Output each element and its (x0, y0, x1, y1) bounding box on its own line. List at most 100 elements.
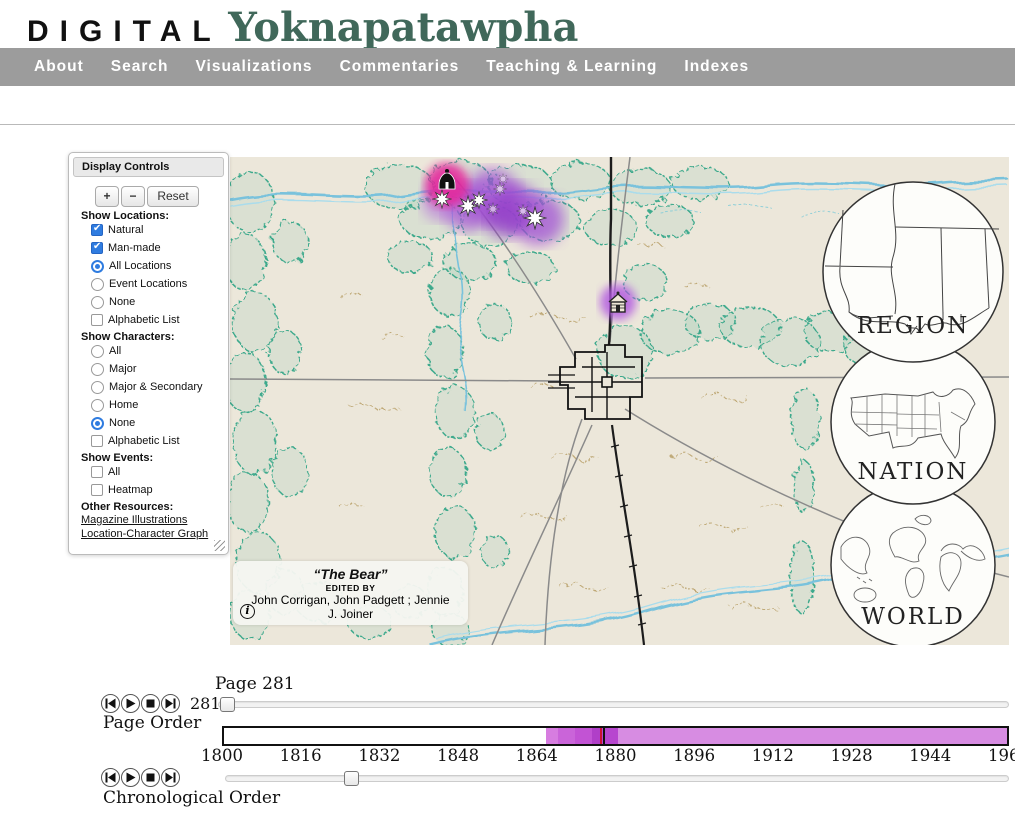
skip-to-end-button[interactable] (161, 694, 180, 713)
checkbox-characters-alphabetic[interactable] (91, 435, 103, 447)
label-characters-alphabetic: Alphabetic List (108, 435, 180, 447)
inset-nation-label: NATION (858, 459, 969, 485)
timeline-current-marker (603, 728, 605, 744)
show-locations-heading: Show Locations: (81, 210, 228, 222)
timeline-tick-label: 1880 (595, 746, 637, 765)
nav-search[interactable]: Search (111, 58, 169, 76)
timeline-tick-label: 1816 (280, 746, 322, 765)
page-slider-handle[interactable] (220, 697, 235, 712)
chronological-order-label: Chronological Order (103, 788, 280, 808)
timeline-tick-label: 1864 (516, 746, 558, 765)
timeline-current-marker (600, 728, 602, 744)
digital-yoknapatawpha-page: DIGITAL Yoknapatawpha About Search Visua… (0, 0, 1015, 819)
radio-event-locations[interactable] (91, 278, 104, 291)
star-marker[interactable] (494, 183, 507, 196)
timeline-segment (575, 728, 592, 744)
radio-all-locations[interactable] (91, 260, 104, 273)
skip-to-end-button[interactable] (161, 768, 180, 787)
radio-locations-none[interactable] (91, 296, 104, 309)
magazine-illustrations-link[interactable]: Magazine Illustrations (81, 514, 228, 526)
chronological-slider[interactable] (225, 775, 1009, 782)
zoom-in-button[interactable]: + (95, 186, 119, 207)
star-marker[interactable] (433, 190, 451, 208)
nav-commentaries[interactable]: Commentaries (340, 58, 460, 76)
timeline-tick-label: 1848 (437, 746, 479, 765)
radio-characters-none[interactable] (91, 417, 104, 430)
nav-visualizations[interactable]: Visualizations (195, 58, 312, 76)
header-divider (0, 124, 1015, 125)
timeline-axis: 1800181618321848186418801896191219281944… (222, 746, 1009, 768)
timeline-segment (618, 728, 1007, 744)
timeline-tick-label: 1896 (673, 746, 715, 765)
skip-to-start-button[interactable] (101, 768, 120, 787)
stop-button[interactable] (141, 694, 160, 713)
logo-digital: DIGITAL (27, 15, 222, 48)
timeline-segment (592, 728, 600, 744)
reset-button[interactable]: Reset (147, 186, 199, 207)
star-marker[interactable] (517, 205, 530, 218)
skip-to-start-button[interactable] (101, 694, 120, 713)
timeline-tick-label: 1928 (831, 746, 873, 765)
label-characters-all: All (109, 345, 121, 357)
timeline-tick-label: 1960 (988, 746, 1015, 765)
inset-world[interactable]: WORLD (831, 483, 995, 645)
text-attribution-box: “The Bear” EDITED BY John Corrigan, John… (233, 561, 468, 625)
editors: John Corrigan, John Padgett ; Jennie J. … (233, 594, 468, 622)
nav-teaching-learning[interactable]: Teaching & Learning (486, 58, 657, 76)
timeline-tick-label: 1800 (201, 746, 243, 765)
radio-characters-all[interactable] (91, 345, 104, 358)
timeline-tick-label: 1944 (909, 746, 951, 765)
radio-characters-major[interactable] (91, 363, 104, 376)
page-slider-value: 281 (190, 694, 221, 713)
checkbox-events-heatmap[interactable] (91, 484, 103, 496)
checkbox-natural[interactable] (91, 224, 103, 236)
timeline-tick-label: 1912 (752, 746, 794, 765)
checkbox-locations-alphabetic[interactable] (91, 314, 103, 326)
panel-resize-handle[interactable] (214, 540, 225, 551)
label-characters-major-secondary: Major & Secondary (109, 381, 203, 393)
label-characters-none: None (109, 417, 135, 429)
panel-title[interactable]: Display Controls (73, 157, 224, 177)
other-resources-heading: Other Resources: (81, 501, 228, 513)
timeline-tick-label: 1832 (358, 746, 400, 765)
timeline-segment (558, 728, 575, 744)
radio-characters-major-secondary[interactable] (91, 381, 104, 394)
timeline-bar[interactable] (222, 726, 1009, 746)
play-button[interactable] (121, 768, 140, 787)
edited-by-label: EDITED BY (233, 583, 468, 593)
label-locations-none: None (109, 296, 135, 308)
site-logo: DIGITAL Yoknapatawpha (27, 4, 578, 51)
stop-button[interactable] (141, 768, 160, 787)
radio-characters-home[interactable] (91, 399, 104, 412)
page-slider[interactable] (218, 701, 1009, 708)
label-events-all: All (108, 466, 120, 478)
label-characters-major: Major (109, 363, 137, 375)
checkbox-events-all[interactable] (91, 466, 103, 478)
logo-yoknapatawpha: Yoknapatawpha (228, 4, 578, 51)
page-indicator: Page 281 (215, 674, 295, 694)
location-character-graph-link[interactable]: Location-Character Graph (81, 528, 228, 540)
star-marker[interactable] (471, 192, 487, 208)
chronological-player (101, 768, 180, 787)
info-icon[interactable]: i (240, 604, 255, 619)
star-marker[interactable] (487, 203, 500, 216)
page-order-label: Page Order (103, 713, 201, 733)
chronological-slider-handle[interactable] (344, 771, 359, 786)
play-button[interactable] (121, 694, 140, 713)
checkbox-man-made[interactable] (91, 242, 103, 254)
timeline-segment (546, 728, 559, 744)
inset-region[interactable]: REGION (823, 182, 1003, 362)
label-characters-home: Home (109, 399, 138, 411)
inset-nation[interactable]: NATION (831, 340, 995, 504)
inset-world-label: WORLD (861, 604, 965, 630)
nav-indexes[interactable]: Indexes (684, 58, 749, 76)
label-event-locations: Event Locations (109, 278, 187, 290)
zoom-out-button[interactable]: − (121, 186, 145, 207)
nav-about[interactable]: About (34, 58, 84, 76)
page-order-player (101, 694, 180, 713)
star-marker[interactable] (498, 174, 509, 185)
label-all-locations: All Locations (109, 260, 171, 272)
inset-region-label: REGION (857, 313, 970, 339)
label-locations-alphabetic: Alphabetic List (108, 314, 180, 326)
timeline-fill (224, 728, 1007, 744)
